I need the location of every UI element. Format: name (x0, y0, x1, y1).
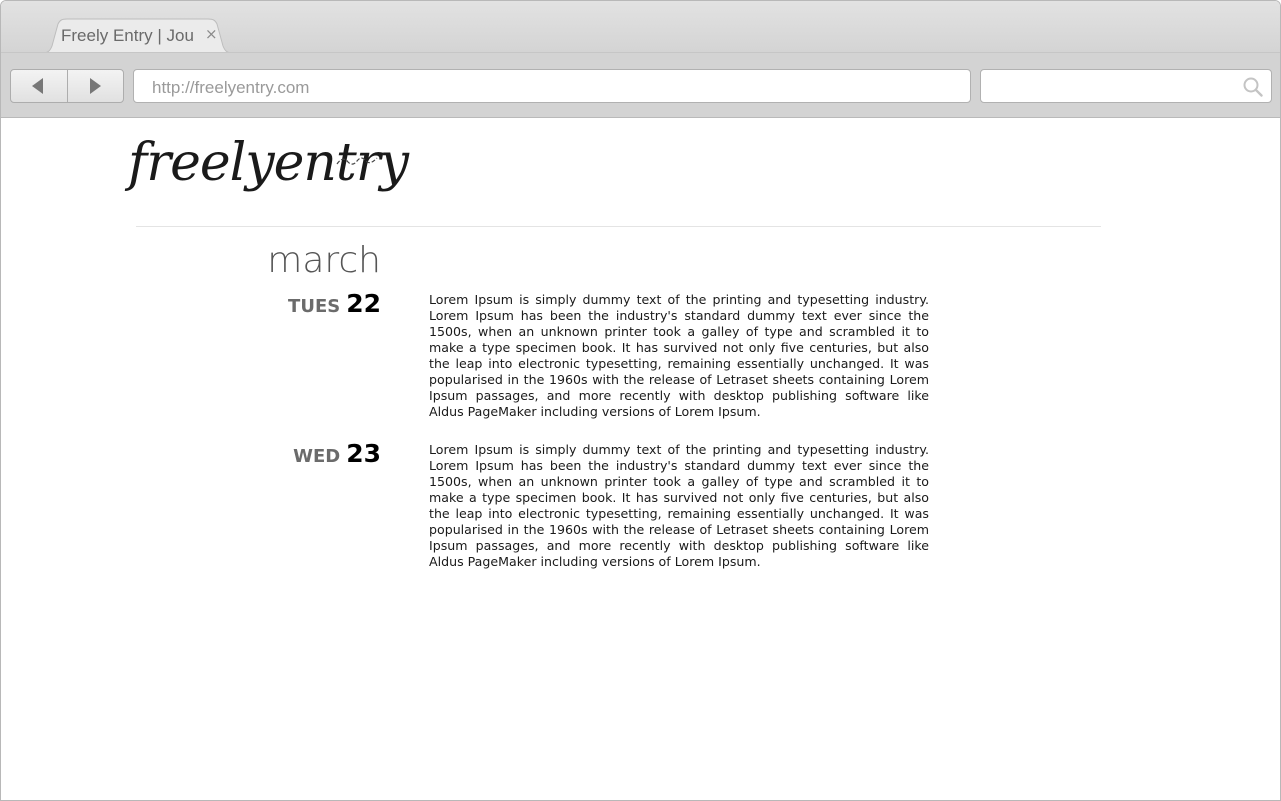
entry-day: WED (293, 446, 341, 467)
page-content: freelyentry march TUES 22 Lorem Ipsum is … (1, 119, 1280, 800)
url-text[interactable]: http://freelyentry.com (152, 78, 309, 98)
entry-text: Lorem Ipsum is simply dummy text of the … (429, 292, 929, 419)
month-heading: march (267, 240, 381, 281)
search-icon[interactable] (1243, 77, 1263, 97)
back-button[interactable] (11, 70, 68, 102)
entry-date: TUES 22 (288, 291, 381, 316)
browser-tab[interactable]: Freely Entry | Jou × (42, 18, 233, 53)
entry-date: WED 23 (293, 441, 381, 466)
entry-date-number: 23 (346, 439, 381, 468)
header-divider (136, 226, 1101, 227)
browser-toolbar: http://freelyentry.com (1, 52, 1280, 118)
logo-flourish-icon (336, 157, 378, 165)
entry-text: Lorem Ipsum is simply dummy text of the … (429, 442, 929, 569)
tab-close-icon[interactable]: × (205, 25, 218, 43)
entry-day: TUES (288, 296, 341, 317)
forward-button[interactable] (68, 70, 123, 102)
forward-arrow-icon (90, 78, 101, 94)
tab-strip: Freely Entry | Jou × (1, 1, 1280, 53)
entry-date-number: 22 (346, 289, 381, 318)
browser-window: Freely Entry | Jou × http://freelyentry.… (0, 0, 1281, 801)
nav-buttons (10, 69, 124, 103)
address-bar[interactable]: http://freelyentry.com (133, 69, 971, 103)
back-arrow-icon (32, 78, 43, 94)
tab-title: Freely Entry | Jou (61, 26, 194, 45)
search-input[interactable] (980, 69, 1272, 103)
